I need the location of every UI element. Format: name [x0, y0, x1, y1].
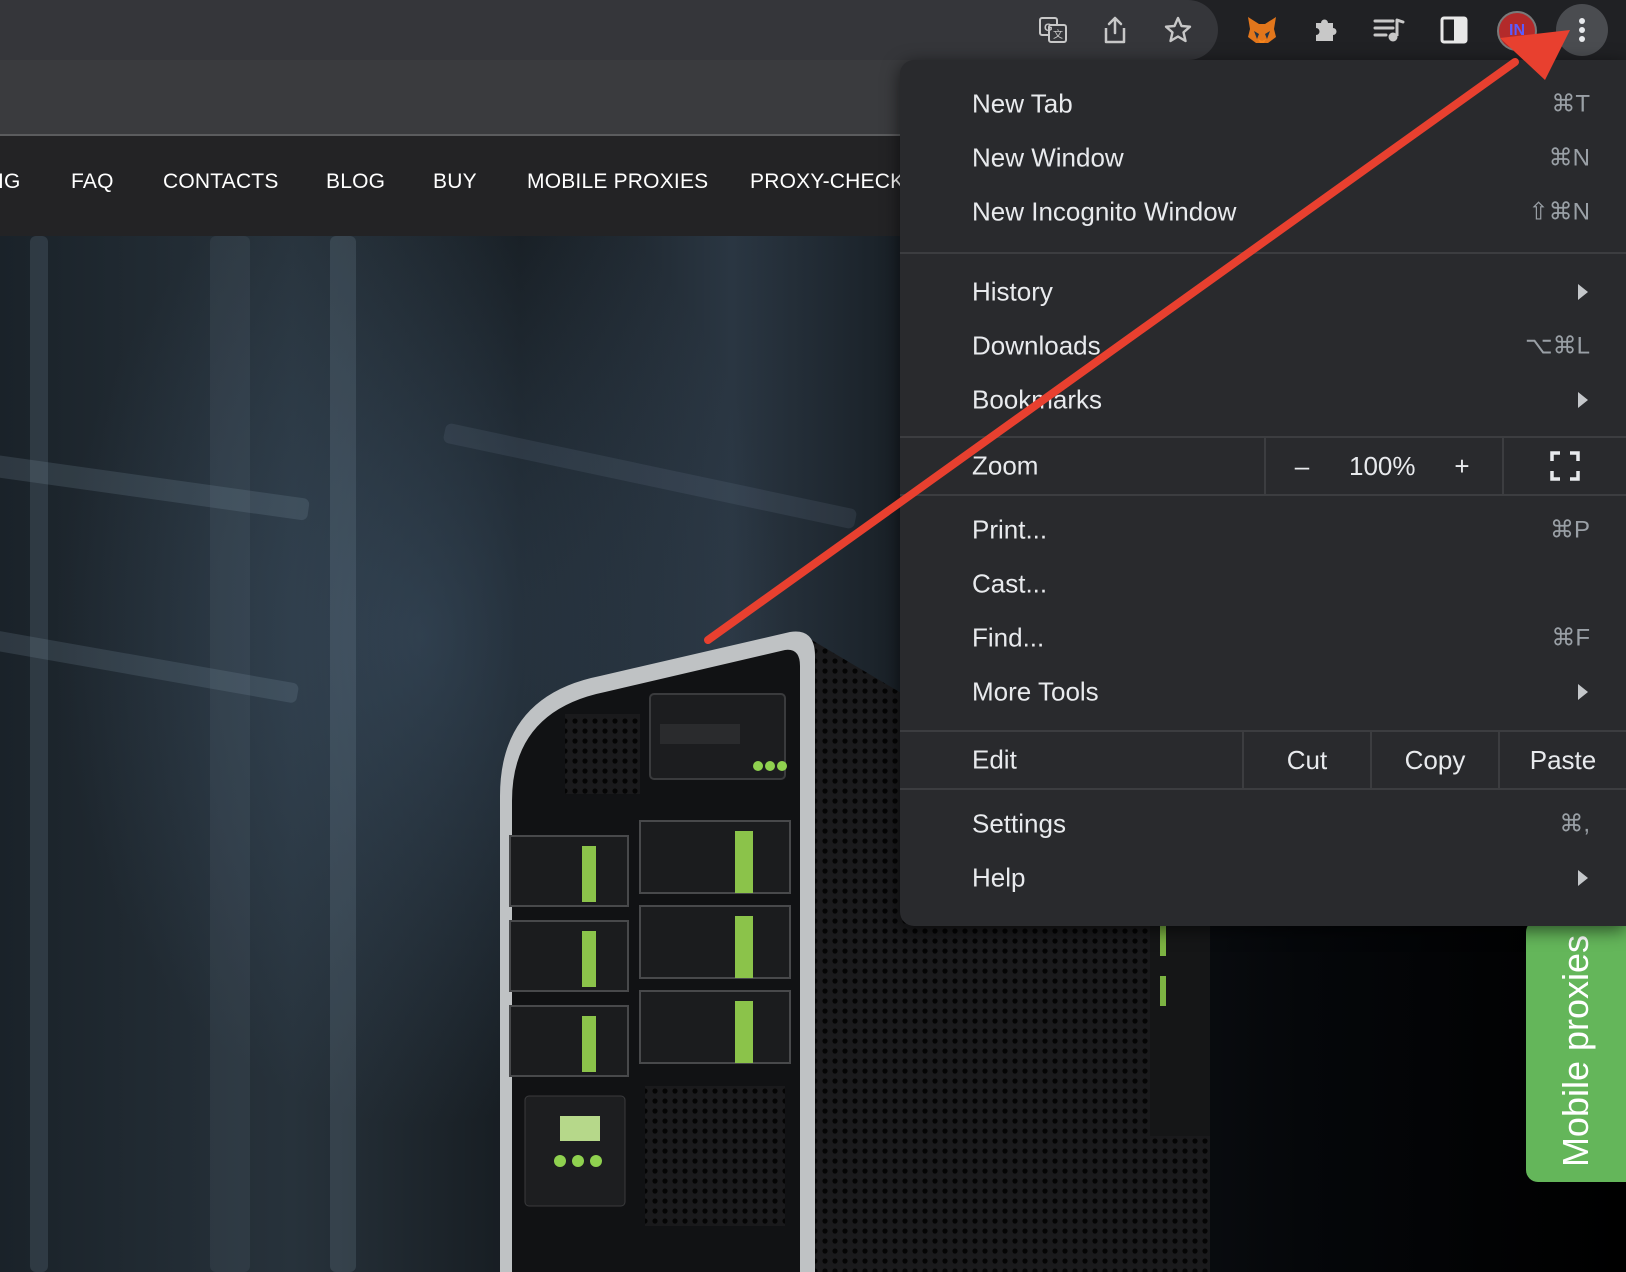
nav-item-mobile-proxies[interactable]: MOBILE PROXIES [527, 170, 708, 194]
menu-item-new-tab[interactable]: New Tab ⌘T [900, 76, 1626, 132]
menu-item-label: Print... [972, 514, 1048, 545]
submenu-arrow-icon [1578, 870, 1588, 886]
menu-separator [900, 494, 1626, 496]
menu-item-label: History [972, 276, 1053, 307]
browser-toolbar: G文 IN [0, 0, 1626, 60]
menu-item-cast[interactable]: Cast... [900, 556, 1626, 612]
submenu-arrow-icon [1578, 284, 1588, 300]
svg-text:文: 文 [1053, 28, 1063, 41]
submenu-arrow-icon [1578, 684, 1588, 700]
more-vertical-icon [1579, 18, 1585, 42]
menu-item-print[interactable]: Print... ⌘P [900, 502, 1626, 558]
menu-item-shortcut: ⌘T [1551, 90, 1590, 118]
menu-item-bookmarks[interactable]: Bookmarks [900, 372, 1626, 428]
menu-item-shortcut: ⌘P [1549, 516, 1590, 544]
nav-item-blog[interactable]: BLOG [326, 170, 385, 194]
menu-item-label: New Tab [972, 88, 1073, 119]
menu-item-label: More Tools [972, 676, 1099, 707]
menu-item-find[interactable]: Find... ⌘F [900, 610, 1626, 666]
menu-item-help[interactable]: Help [900, 850, 1626, 906]
zoom-out-button[interactable]: – [1266, 438, 1338, 494]
menu-item-settings[interactable]: Settings ⌘, [900, 796, 1626, 852]
menu-item-downloads[interactable]: Downloads ⌥⌘L [900, 318, 1626, 374]
menu-item-label: Help [972, 862, 1026, 893]
menu-separator [900, 252, 1626, 254]
menu-item-shortcut: ⌘F [1551, 624, 1590, 652]
nav-item-partial[interactable]: IG [0, 170, 21, 194]
menu-item-new-window[interactable]: New Window ⌘N [900, 130, 1626, 186]
menu-item-shortcut: ⌥⌘L [1524, 332, 1590, 360]
menu-item-more-tools[interactable]: More Tools [900, 664, 1626, 720]
fullscreen-icon [1550, 451, 1580, 481]
nav-item-faq[interactable]: FAQ [71, 170, 114, 194]
menu-item-new-incognito-window[interactable]: New Incognito Window ⇧⌘N [900, 184, 1626, 240]
nav-item-proxy-checker[interactable]: PROXY-CHECKI [750, 170, 910, 194]
nav-item-buy[interactable]: BUY [433, 170, 477, 194]
zoom-label: Zoom [972, 450, 1039, 481]
cut-button[interactable]: Cut [1244, 732, 1370, 788]
menu-item-history[interactable]: History [900, 264, 1626, 320]
metamask-fox-icon[interactable] [1242, 10, 1282, 50]
copy-button[interactable]: Copy [1372, 732, 1498, 788]
submenu-arrow-icon [1578, 392, 1588, 408]
mobile-proxies-side-tab-label: Mobile proxies [1555, 934, 1596, 1168]
edit-label: Edit [972, 744, 1017, 775]
mobile-proxies-side-tab[interactable]: Mobile proxies [1526, 920, 1626, 1182]
share-icon[interactable] [1095, 10, 1135, 50]
menu-separator [900, 788, 1626, 790]
media-queue-icon[interactable] [1369, 10, 1409, 50]
nav-item-contacts[interactable]: CONTACTS [163, 170, 279, 194]
svg-text:G: G [1044, 22, 1053, 34]
menu-item-label: New Window [972, 142, 1124, 173]
extensions-puzzle-icon[interactable] [1305, 10, 1345, 50]
menu-item-label: Downloads [972, 330, 1101, 361]
menu-item-shortcut: ⌘N [1548, 144, 1590, 172]
menu-item-label: Find... [972, 622, 1045, 653]
zoom-in-button[interactable]: + [1426, 438, 1498, 494]
menu-item-shortcut: ⌘, [1559, 810, 1590, 838]
side-panel-icon[interactable] [1434, 10, 1474, 50]
chrome-menu-button[interactable] [1556, 4, 1608, 56]
menu-item-label: Settings [972, 808, 1066, 839]
profile-avatar[interactable]: IN [1497, 11, 1537, 51]
zoom-level-value: 100% [1349, 451, 1416, 481]
translate-icon[interactable]: G文 [1033, 10, 1073, 50]
menu-item-label: Cast... [972, 568, 1048, 599]
paste-button[interactable]: Paste [1500, 732, 1626, 788]
chrome-main-menu: New Tab ⌘T New Window ⌘N New Incognito W… [900, 60, 1626, 926]
bookmark-star-icon[interactable] [1158, 10, 1198, 50]
menu-item-shortcut: ⇧⌘N [1528, 198, 1590, 226]
menu-item-label: Bookmarks [972, 384, 1103, 415]
fullscreen-button[interactable] [1504, 438, 1626, 494]
menu-item-label: New Incognito Window [972, 196, 1237, 227]
